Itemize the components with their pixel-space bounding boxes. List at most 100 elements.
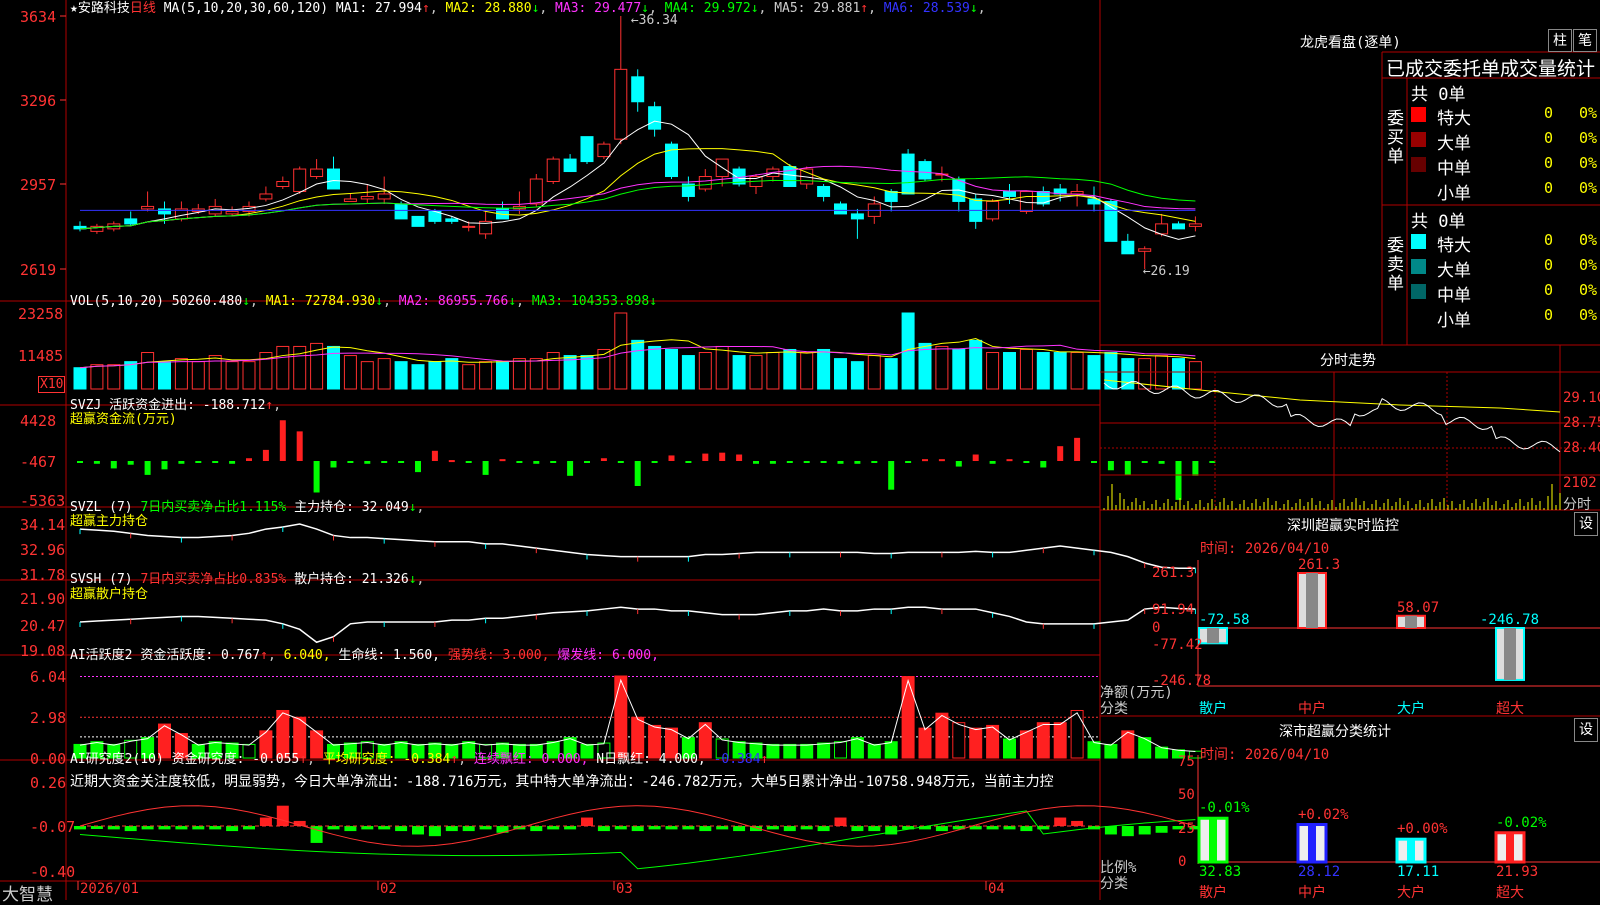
candle-body — [631, 76, 645, 103]
research-bar — [479, 826, 492, 830]
arrow: ↓ — [242, 294, 251, 309]
column-view-button[interactable]: 柱 — [1548, 29, 1572, 52]
monitor-axis-label: 91.94 — [1152, 602, 1195, 618]
main-holding-line — [79, 523, 1196, 570]
volume-bar — [834, 358, 847, 390]
order-size-label: 特大 — [1437, 236, 1471, 256]
candle-body — [394, 203, 408, 220]
vol-ma1: MA1: 72784.930 — [265, 294, 376, 309]
volume-bar — [1003, 352, 1016, 390]
volume-bar — [1087, 355, 1101, 390]
svsh-axis-label: 19.08 — [20, 642, 66, 660]
candle-body — [850, 213, 864, 220]
swatch — [1411, 259, 1426, 274]
flow-bar — [533, 461, 540, 464]
ai-active-strong: 强势线: 3.000, — [447, 648, 550, 663]
ratio-value: 28.12 — [1298, 864, 1341, 880]
volume-bar — [884, 358, 898, 390]
order-count: 0 — [1544, 306, 1554, 324]
svzj-axis-label: -467 — [20, 453, 57, 471]
flow-bar — [330, 461, 337, 468]
candle-body — [834, 203, 847, 215]
flow-bar — [364, 461, 371, 464]
intraday-axis-label: 29.10 — [1563, 390, 1600, 406]
activity-bar — [766, 743, 780, 759]
activity-bar — [1104, 743, 1118, 759]
flow-bar — [246, 458, 252, 461]
research-bar — [581, 817, 593, 826]
research-bar — [462, 826, 475, 832]
period-label[interactable]: 日线 — [130, 1, 156, 16]
arrow: ↓ — [508, 294, 517, 309]
candle-body — [360, 195, 374, 200]
ai-research-nred: N日飘红: 4.000, — [596, 752, 706, 767]
swatch — [1411, 284, 1426, 299]
candle-body — [529, 178, 543, 205]
ai-active-label: 资金活跃度: 0.767 — [140, 648, 261, 663]
volume-bar — [1036, 352, 1050, 390]
research-bar — [614, 826, 627, 830]
flow-bar — [786, 461, 793, 463]
candle-body — [1003, 190, 1016, 197]
monitor-settings-button[interactable]: 设 — [1574, 512, 1598, 536]
volume-bar — [563, 355, 577, 390]
candle-body — [597, 143, 611, 158]
volume-bar — [1053, 352, 1067, 390]
volume-bar — [817, 348, 831, 390]
ratio-change: +0.00% — [1397, 821, 1448, 838]
volume-bar — [1019, 348, 1033, 390]
flow-bar — [1023, 461, 1030, 463]
brand-logo[interactable]: 大智慧 — [2, 880, 53, 905]
ratio-change: -0.02% — [1496, 814, 1547, 831]
volume-bar — [124, 361, 138, 390]
research-bar — [192, 826, 205, 830]
flow-bar — [195, 461, 202, 463]
price-line — [1103, 381, 1561, 453]
svsh-ratio: 7日内买卖净占比0.835% — [140, 572, 287, 587]
ai-research-header: AI研究度2(10) 资金研究度: -0.055↑, 平均研究度: -0.384… — [70, 752, 769, 767]
flow-bar — [905, 461, 912, 463]
research-bar — [800, 826, 813, 830]
order-percent: 0% — [1579, 129, 1598, 147]
ratio-change: -0.01% — [1199, 800, 1250, 817]
ma-value: MA5: 29.881 — [774, 1, 861, 16]
vol-ma2: MA2: 86955.766 — [398, 294, 509, 309]
svzj-header: SVZJ 活跃资金进出: -188.712↑, — [70, 398, 282, 413]
research-bar — [530, 826, 543, 832]
classify-settings-button[interactable]: 设 — [1574, 718, 1598, 742]
flow-bar — [854, 461, 861, 464]
flow-bar — [161, 461, 168, 470]
candle-body — [259, 193, 273, 200]
research-bar — [1138, 826, 1151, 835]
svsh-hold: 散户持仓: 21.326 — [294, 572, 409, 587]
svsh-axis-label: 20.47 — [20, 617, 66, 635]
order-percent: 0% — [1579, 104, 1598, 122]
svzj-name: SVZJ — [70, 398, 102, 413]
volume-bar — [580, 355, 594, 390]
research-bar — [175, 826, 188, 830]
activity-bar — [817, 742, 831, 759]
tick-view-button[interactable]: 笔 — [1573, 29, 1597, 52]
flow-bar — [313, 461, 320, 493]
vol-params: VOL(5,10,20) — [70, 294, 164, 309]
vol-unit[interactable]: X10 — [38, 376, 66, 393]
ai-active-axis-label: 0.00 — [30, 750, 67, 768]
classify-xlabel: 分类 — [1100, 876, 1128, 892]
flow-bar — [381, 461, 388, 463]
svzj-axis-label: -5363 — [20, 492, 66, 510]
research-bar — [868, 826, 881, 832]
research-bar — [851, 826, 864, 832]
volume-bar — [394, 361, 408, 390]
flow-bar — [1209, 461, 1216, 463]
svzj-axis-label: 4428 — [20, 412, 57, 430]
flow-bar — [229, 461, 236, 464]
volume-bar — [1121, 358, 1135, 390]
order-count: 0 — [1544, 154, 1554, 172]
monitor-axis-label: -77.42 — [1152, 637, 1203, 653]
intraday-axis-label: 28.75 — [1563, 415, 1600, 431]
ai-active-burst: 爆发线: 6.000, — [557, 648, 659, 663]
flow-bar — [1175, 461, 1182, 500]
order-size-label: 特大 — [1437, 109, 1471, 129]
activity-bar — [884, 741, 898, 759]
star-icon[interactable]: ★ — [70, 1, 78, 16]
